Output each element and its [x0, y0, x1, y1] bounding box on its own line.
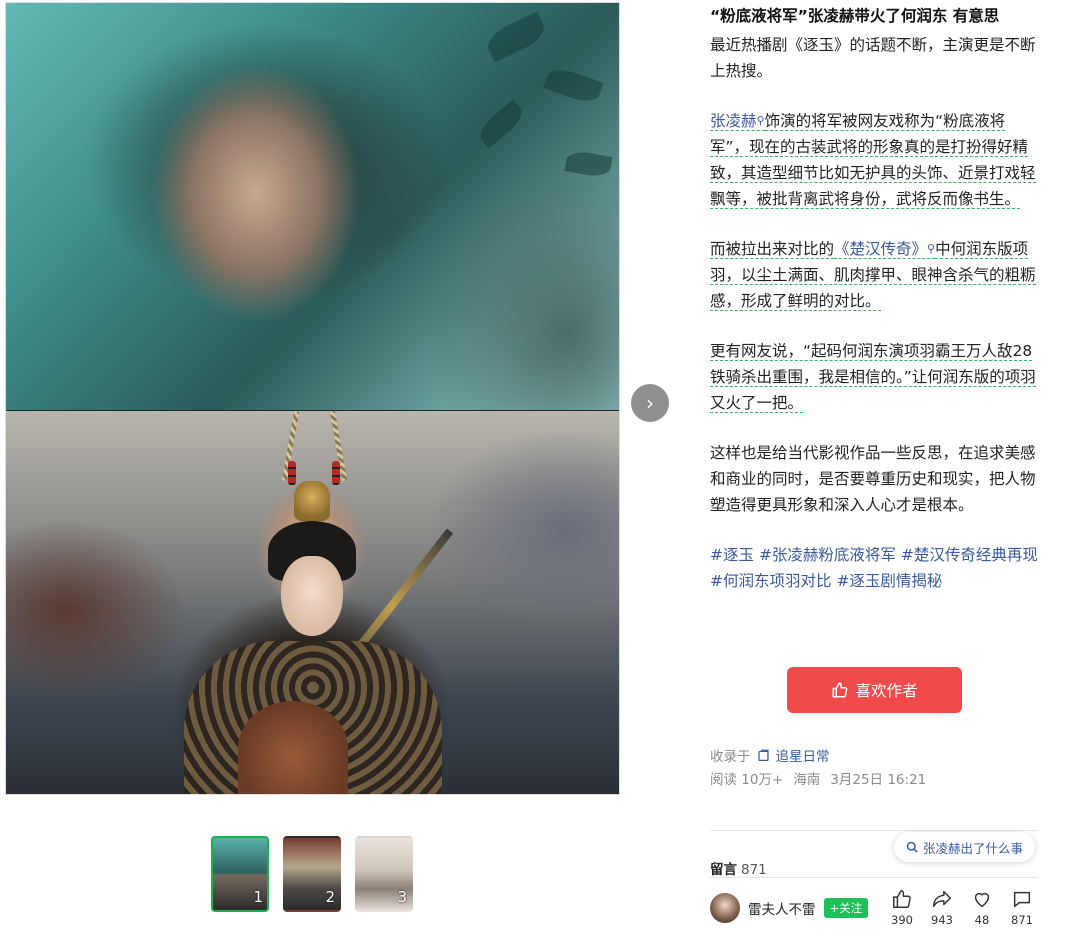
heart-action[interactable]: 48 — [962, 888, 1002, 927]
thumbnail-2[interactable]: 2 — [283, 836, 341, 912]
share-action[interactable]: 943 — [922, 888, 962, 927]
beads-shape — [332, 461, 340, 485]
tag-link[interactable]: #逐玉 — [710, 546, 754, 564]
article-title: “粉底液将军”张凌赫带火了何润东 有意思 — [710, 7, 1000, 25]
search-icon — [906, 841, 918, 853]
comments-label: 留言 — [710, 862, 737, 878]
comment-action[interactable]: 871 — [1002, 888, 1042, 927]
follow-button[interactable]: +关注 — [823, 898, 869, 918]
action-bar: 390 943 48 871 — [882, 888, 1042, 927]
publish-datetime: 3月25日 16:21 — [830, 772, 927, 788]
divider — [710, 830, 1038, 831]
face-shape — [281, 556, 343, 636]
heart-icon — [974, 892, 990, 908]
related-search-pill[interactable]: 张凌赫出了什么事 — [894, 832, 1036, 862]
related-search-label: 张凌赫出了什么事 — [923, 840, 1024, 856]
leaf-shape — [482, 11, 550, 63]
comment-count: 871 — [1011, 913, 1033, 927]
share-count: 943 — [931, 913, 953, 927]
thumbs-up-icon — [893, 890, 911, 908]
next-image-button[interactable]: › — [631, 384, 669, 422]
leaf-shape — [474, 99, 528, 149]
author-bar: 雷夫人不雷 +关注 — [710, 893, 869, 923]
entity-link-chuhan[interactable]: 《楚汉传奇》⚲ — [834, 240, 936, 259]
thumbnail-3[interactable]: 3 — [355, 836, 413, 912]
entity-link-zhang[interactable]: 张凌赫⚲ — [710, 112, 765, 131]
chevron-right-icon: › — [646, 391, 654, 415]
collection-info: 收录于 追星日常 — [710, 745, 830, 765]
leaf-shape — [564, 149, 613, 179]
location: 海南 — [793, 772, 821, 788]
crown-shape — [294, 481, 330, 521]
paragraph-2: 张凌赫⚲饰演的将军被网友戏称为“粉底液将军”，现在的古装武将的形象真的是打扮得好… — [710, 108, 1040, 212]
paragraph-4-text: 更有网友说，“起码何润东演项羽霸王万人敌28铁骑杀出重围，我是相信的。”让何润东… — [710, 342, 1036, 413]
heart-count: 48 — [974, 913, 990, 927]
thumbnail-number: 1 — [253, 888, 263, 906]
comment-icon — [1013, 891, 1031, 908]
divider — [710, 877, 1038, 878]
article: “粉底液将军”张凌赫带火了何润东 有意思 最近热播剧《逐玉》的话题不断，主演更是… — [710, 6, 1040, 594]
image-panel-bottom — [6, 411, 619, 794]
paragraph-4: 更有网友说，“起码何润东演项羽霸王万人敌28铁骑杀出重围，我是相信的。”让何润东… — [710, 338, 1040, 416]
horse-shape — [238, 701, 348, 794]
tag-link[interactable]: #何润东项羽对比 — [710, 572, 832, 590]
collected-prefix: 收录于 — [710, 749, 751, 765]
thumbs-up-icon — [832, 682, 848, 698]
like-action[interactable]: 390 — [882, 888, 922, 927]
thumbnail-number: 3 — [397, 888, 407, 906]
thumbnail-strip: 1 2 3 — [211, 836, 413, 912]
beads-shape — [288, 461, 296, 485]
search-icon: ⚲ — [756, 114, 765, 127]
collection-link[interactable]: 追星日常 — [776, 745, 830, 765]
paragraph-1: 最近热播剧《逐玉》的话题不断，主演更是不断上热搜。 — [710, 36, 1036, 80]
search-icon: ⚲ — [927, 242, 936, 255]
article-meta: 阅读 10万+ 海南 3月25日 16:21 — [710, 768, 926, 788]
collection-icon — [757, 749, 769, 761]
like-author-label: 喜欢作者 — [855, 682, 918, 700]
tag-link[interactable]: #张凌赫粉底液将军 — [759, 546, 896, 564]
author-name[interactable]: 雷夫人不雷 — [748, 898, 816, 918]
comments-header: 留言 871 — [710, 858, 767, 878]
image-panel-top — [6, 3, 619, 410]
share-icon — [933, 890, 951, 908]
leaf-shape — [543, 64, 604, 107]
thumbnail-number: 2 — [325, 888, 335, 906]
thumbnail-1[interactable]: 1 — [211, 836, 269, 912]
read-count: 阅读 10万+ — [710, 772, 784, 788]
avatar[interactable] — [710, 893, 740, 923]
paragraph-5: 这样也是给当代影视作品一些反思，在追求美感和商业的同时，是否要尊重历史和现实，把… — [710, 444, 1036, 514]
comments-count: 871 — [741, 862, 767, 878]
tag-link[interactable]: #逐玉剧情揭秘 — [836, 572, 942, 590]
like-author-button[interactable]: 喜欢作者 — [787, 667, 962, 713]
paragraph-3: 而被拉出来对比的《楚汉传奇》⚲中何润东版项羽，以尘土满面、肌肉撑甲、眼神含杀气的… — [710, 236, 1040, 314]
paragraph-3-prefix: 而被拉出来对比的 — [710, 240, 835, 259]
like-count: 390 — [891, 913, 913, 927]
tag-list: #逐玉 #张凌赫粉底液将军 #楚汉传奇经典再现 #何润东项羽对比 #逐玉剧情揭秘 — [710, 542, 1040, 594]
tag-link[interactable]: #楚汉传奇经典再现 — [901, 546, 1038, 564]
main-image[interactable] — [5, 2, 620, 795]
